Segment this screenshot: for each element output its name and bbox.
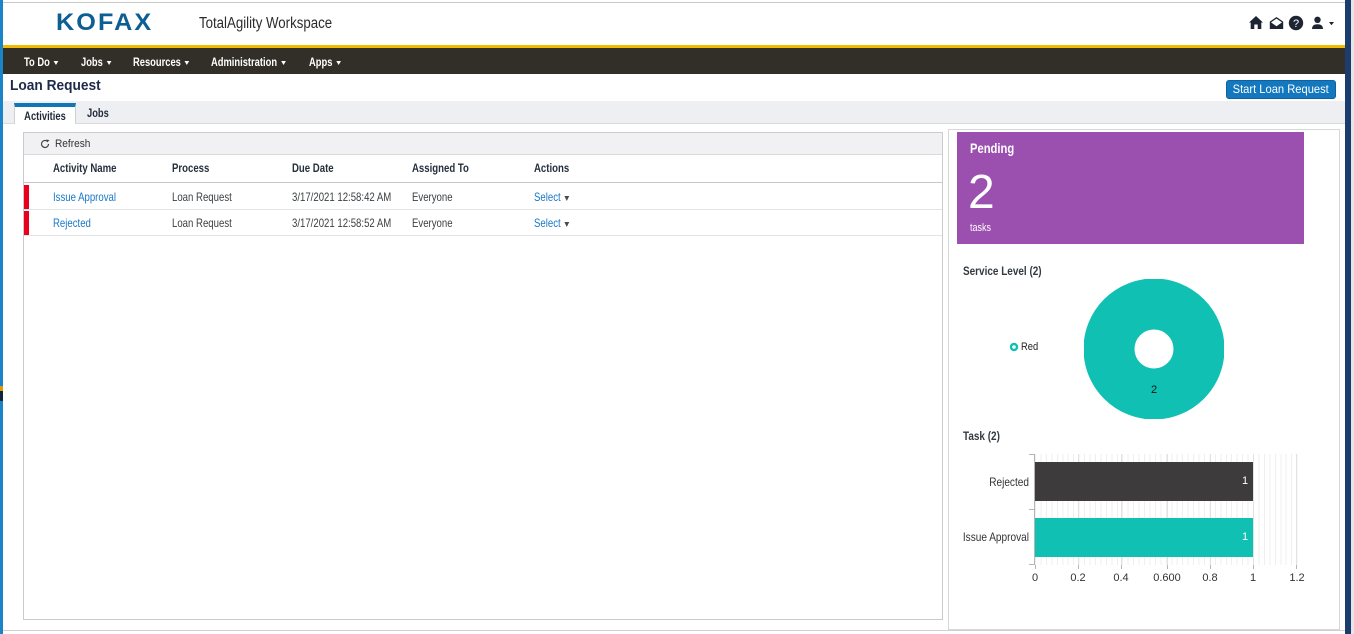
- svg-text:?: ?: [1293, 18, 1299, 30]
